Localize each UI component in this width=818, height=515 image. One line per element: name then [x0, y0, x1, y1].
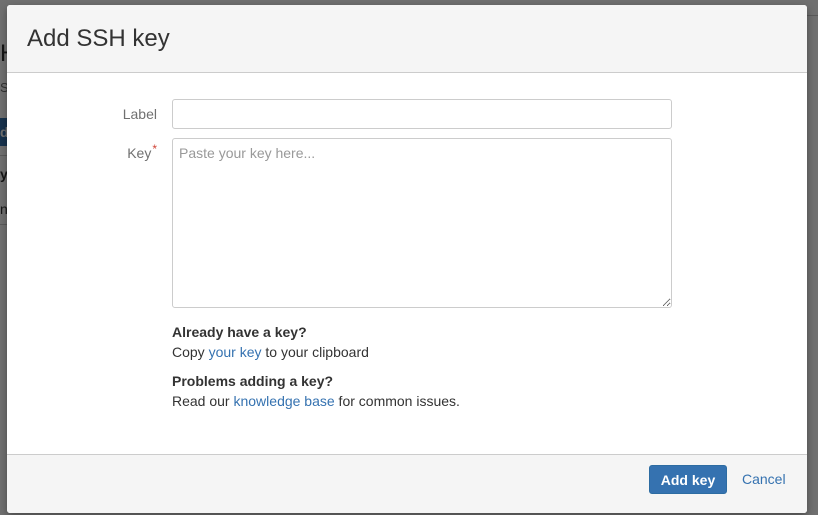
- your-key-link[interactable]: your key: [209, 344, 262, 360]
- dialog-title: Add SSH key: [27, 25, 170, 52]
- problems-help-suffix: for common issues.: [334, 393, 460, 409]
- label-input[interactable]: [172, 99, 672, 129]
- knowledge-base-link[interactable]: knowledge base: [233, 393, 334, 409]
- problems-help-prefix: Read our: [172, 393, 234, 409]
- required-marker: *: [152, 142, 157, 156]
- cancel-button[interactable]: Cancel: [742, 471, 786, 487]
- existing-key-help-prefix: Copy: [172, 344, 209, 360]
- problems-help-title: Problems adding a key?: [172, 373, 334, 389]
- existing-key-help-text: Copy your key to your clipboard: [172, 342, 369, 362]
- label-field-label: Label: [122, 106, 157, 122]
- existing-key-help-suffix: to your clipboard: [261, 344, 369, 360]
- add-ssh-key-dialog: Add SSH key Label Key* Already have a ke…: [7, 5, 807, 513]
- problems-help-text: Read our knowledge base for common issue…: [172, 391, 460, 411]
- add-key-button[interactable]: Add key: [649, 465, 727, 494]
- key-textarea[interactable]: [172, 138, 672, 308]
- key-field-label: Key*: [37, 142, 157, 161]
- key-label-text: Key: [127, 145, 152, 161]
- existing-key-help-title: Already have a key?: [172, 324, 307, 340]
